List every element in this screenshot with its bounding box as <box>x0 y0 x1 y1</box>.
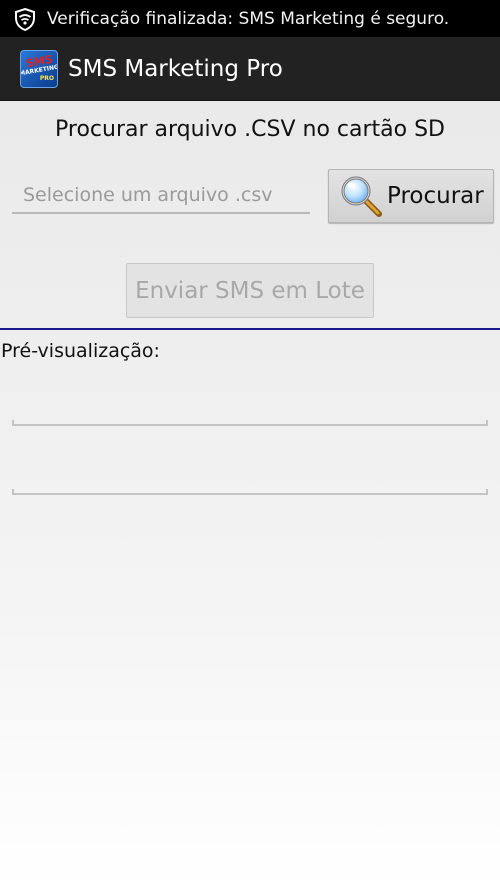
shield-check-icon <box>15 7 35 31</box>
app-title: SMS Marketing Pro <box>68 55 283 82</box>
action-bar: SMS MARKETING PRO SMS Marketing Pro <box>0 37 500 101</box>
preview-field-2[interactable] <box>12 485 488 495</box>
status-notification-text: Verificação finalizada: SMS Marketing é … <box>47 8 450 29</box>
magnifying-glass-icon <box>341 176 382 217</box>
preview-field-1[interactable] <box>12 416 488 426</box>
page-heading: Procurar arquivo .CSV no cartão SD <box>55 117 445 142</box>
csv-file-input[interactable] <box>12 172 310 214</box>
section-divider <box>0 328 500 330</box>
browse-button[interactable]: Procurar <box>328 169 494 223</box>
app-logo-icon: SMS MARKETING PRO <box>20 49 58 88</box>
browse-button-label: Procurar <box>387 183 484 209</box>
preview-label: Pré-visualização: <box>1 340 160 362</box>
app-logo-line3: PRO <box>39 74 54 82</box>
send-batch-sms-button[interactable]: Enviar SMS em Lote <box>126 263 374 318</box>
status-bar: Verificação finalizada: SMS Marketing é … <box>0 0 500 37</box>
